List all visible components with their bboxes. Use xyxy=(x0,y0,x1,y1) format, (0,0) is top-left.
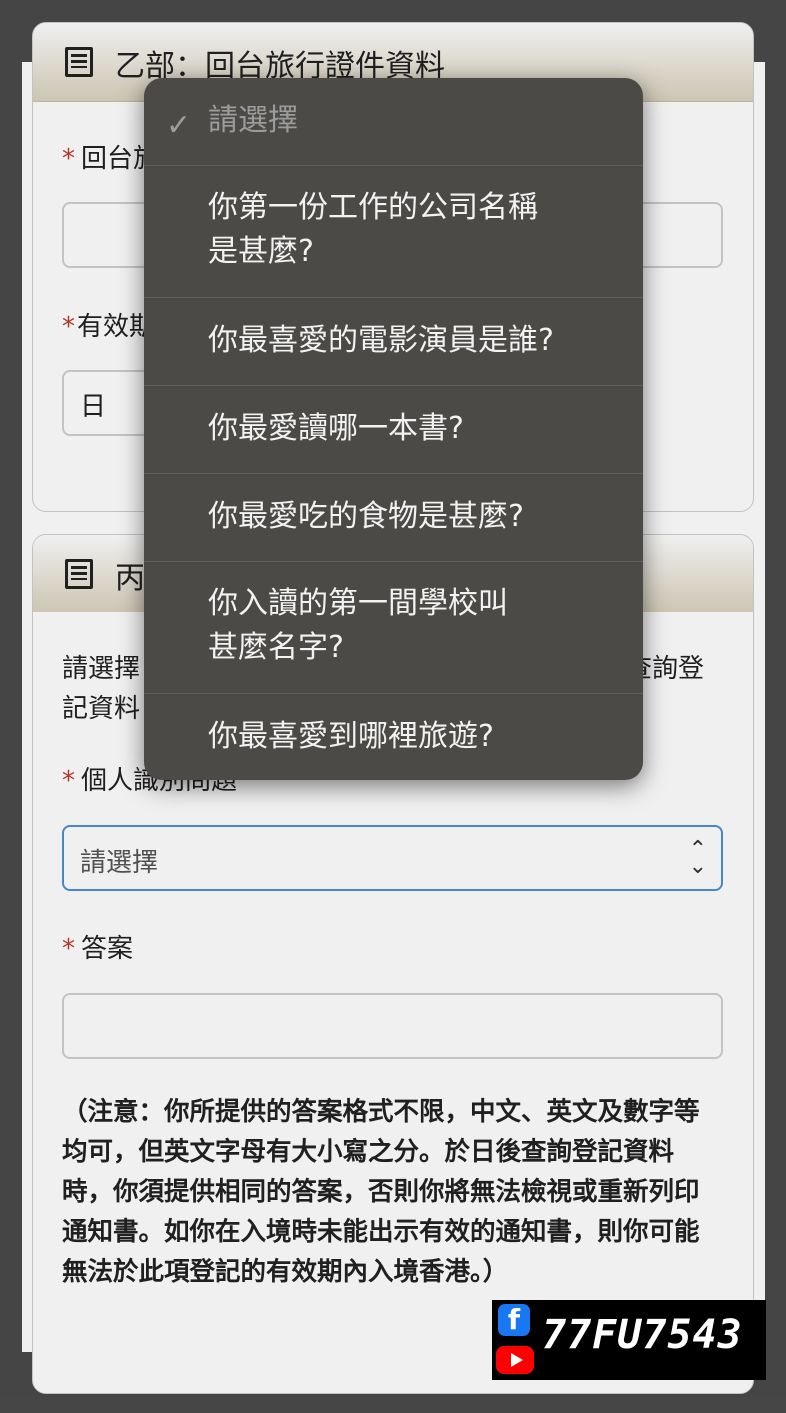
security-question-dropdown: ✓ 請選擇 你第一份工作的公司名稱 是甚麼? 你最喜愛的電影演員是誰? 你最愛讀… xyxy=(144,78,643,780)
dropdown-option[interactable]: 你最喜愛的電影演員是誰? xyxy=(144,297,643,385)
dropdown-option[interactable]: 你最愛吃的食物是甚麼? xyxy=(144,473,643,561)
answer-input[interactable] xyxy=(62,993,723,1059)
intro-text-left-1: 請選擇 xyxy=(62,654,141,684)
section-c-title: 丙 xyxy=(115,561,145,596)
watermark: f 77FU7543 xyxy=(492,1300,766,1380)
document-list-icon xyxy=(65,559,93,589)
validity-label: *有效期 xyxy=(62,312,156,342)
intro-text-left-2: 記資料 xyxy=(62,694,141,724)
watermark-handle: 77FU7543 xyxy=(542,1312,743,1358)
dropdown-option[interactable]: 你入讀的第一間學校叫 甚麼名字? xyxy=(144,561,643,693)
answer-label: * 答案 xyxy=(62,934,134,964)
document-list-icon xyxy=(65,47,93,77)
checkmark-icon: ✓ xyxy=(166,108,192,143)
chevron-updown-icon: ⌃ ⌄ xyxy=(688,837,707,879)
security-question-placeholder: 請選擇 xyxy=(80,848,159,878)
dropdown-option[interactable]: 你最愛讀哪一本書? xyxy=(144,385,643,473)
dropdown-option[interactable]: 你第一份工作的公司名稱 是甚麼? xyxy=(144,165,643,297)
answer-note: （注意：你所提供的答案格式不限，中文、英文及數字等均可，但英文字母有大小寫之分。… xyxy=(62,1097,700,1287)
youtube-icon xyxy=(496,1346,534,1374)
dropdown-option-placeholder[interactable]: ✓ 請選擇 xyxy=(144,78,643,165)
dropdown-option[interactable]: 你最喜愛到哪裡旅遊? xyxy=(144,693,643,780)
validity-day-value: 日 xyxy=(80,392,107,422)
security-question-select[interactable]: 請選擇 ⌃ ⌄ xyxy=(62,825,723,891)
facebook-icon: f xyxy=(498,1304,530,1336)
